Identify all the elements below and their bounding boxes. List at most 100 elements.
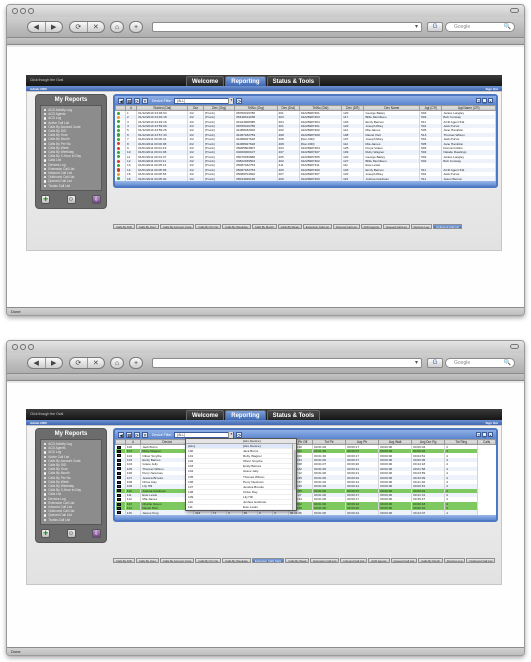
device-filter-select[interactable]: [ALL] ▾	[174, 97, 235, 104]
dropdown-scrollbar[interactable]	[292, 444, 296, 511]
grid-view-icon[interactable]: ▦	[126, 97, 132, 104]
report-tab[interactable]: Outbound Call List	[432, 224, 462, 229]
report-tab[interactable]: Queued Call List	[390, 558, 418, 563]
sign-out-link[interactable]: Sign Out	[486, 87, 499, 91]
apply-filter-icon[interactable]: ⟳	[236, 431, 243, 438]
back-button[interactable]: ◀	[28, 358, 46, 368]
chevron-down-icon[interactable]: ▾	[228, 98, 234, 104]
search-engine-button[interactable]: G	[427, 22, 443, 32]
close-window-button[interactable]	[12, 8, 18, 14]
report-list-item[interactable]: Trunks Call List	[44, 518, 98, 522]
help-icon[interactable]: ?	[476, 97, 481, 104]
stop-button[interactable]: ✕	[88, 22, 105, 32]
grid-view-icon[interactable]: ▦	[126, 431, 132, 438]
add-bookmark-button[interactable]: +	[130, 358, 142, 368]
refresh-icon[interactable]: ⟳	[134, 97, 140, 104]
apply-filter-icon[interactable]: ⟳	[236, 97, 243, 104]
url-dropdown-icon[interactable]: ▾	[415, 23, 418, 30]
report-tab[interactable]: Calls By DID	[113, 558, 135, 563]
reload-button[interactable]: ⟳	[70, 22, 88, 32]
minimize-icon[interactable]: _	[482, 97, 487, 104]
toolbar-toggle-button[interactable]	[510, 8, 519, 13]
search-input[interactable]: Google 🔍	[445, 22, 515, 32]
sign-out-link[interactable]: Sign Out	[486, 421, 499, 425]
tab-status-tools[interactable]: Status & Tools	[266, 410, 321, 420]
close-icon[interactable]: ×	[488, 97, 493, 104]
url-input[interactable]: ▾	[152, 358, 422, 368]
zoom-window-button[interactable]	[28, 344, 34, 350]
first-page-icon[interactable]: ◀	[118, 97, 124, 104]
back-button[interactable]: ◀	[28, 22, 46, 32]
minimize-window-button[interactable]	[20, 8, 26, 14]
add-bookmark-button[interactable]: +	[130, 22, 142, 32]
report-tab[interactable]: Calls By Hour	[135, 224, 159, 229]
report-tab[interactable]: Inbound Call List	[332, 224, 360, 229]
minimize-window-button[interactable]	[20, 344, 26, 350]
report-tab[interactable]: Queued Call List	[382, 224, 410, 229]
report-actions: ✚ ⚙ ⇩	[36, 525, 106, 542]
tab-reporting[interactable]: Reporting	[225, 410, 266, 420]
device-filter-dropdown[interactable]: [ALL Device] [ALL] [ALL Device] 100 Jack Bu…	[185, 438, 297, 512]
search-input[interactable]: Google 🔍	[445, 358, 515, 368]
report-tab[interactable]: Calls By Month	[251, 224, 277, 229]
report-tab[interactable]: Calls By Weekday	[222, 558, 251, 563]
bullet-icon	[44, 159, 47, 162]
zoom-window-button[interactable]	[28, 8, 34, 14]
home-button[interactable]: ⌂	[111, 358, 123, 368]
minimize-icon[interactable]: _	[482, 431, 487, 438]
report-settings-button[interactable]: ⚙	[66, 528, 76, 538]
url-input[interactable]: ▾	[152, 22, 422, 32]
close-icon[interactable]: ×	[488, 431, 493, 438]
report-tab[interactable]: Inbound Call List	[340, 558, 368, 563]
new-report-button[interactable]: ✚	[41, 528, 50, 538]
report-tab[interactable]: Extension Call List	[310, 558, 340, 563]
report-tab[interactable]: ACD Agents	[360, 224, 382, 229]
tab-welcome[interactable]: Welcome	[186, 410, 225, 420]
header-link[interactable]: Click though the Oval	[30, 78, 63, 82]
first-page-icon[interactable]: ◀	[118, 431, 124, 438]
scrollbar-thumb[interactable]	[293, 450, 296, 490]
new-report-button[interactable]: ✚	[41, 194, 50, 204]
forward-button[interactable]: ▶	[46, 358, 63, 368]
column-header[interactable]: Calls	[477, 439, 496, 445]
export-report-button[interactable]: ⇩	[92, 194, 101, 204]
report-tab[interactable]: Calls By Weekday	[222, 224, 251, 229]
report-tab[interactable]: Devices Log	[410, 224, 432, 229]
header-link[interactable]: Click though the Oval	[30, 412, 63, 416]
url-dropdown-icon[interactable]: ▾	[415, 359, 418, 366]
search-engine-button[interactable]: G	[427, 358, 443, 368]
report-tab[interactable]: Outbound Call List	[466, 558, 496, 563]
toolbar-toggle-button[interactable]	[510, 344, 519, 349]
report-tab[interactable]: Extension Call List	[302, 224, 332, 229]
report-tab[interactable]: Calls By Hour	[135, 558, 159, 563]
reload-button[interactable]: ⟳	[70, 358, 88, 368]
tab-status-tools[interactable]: Status & Tools	[266, 76, 321, 86]
forward-button[interactable]: ▶	[46, 22, 63, 32]
delete-icon[interactable]: ✕	[142, 97, 148, 104]
close-window-button[interactable]	[12, 344, 18, 350]
report-tab[interactable]: Calls By Account Code	[159, 224, 195, 229]
report-tab[interactable]: ACD Agents	[368, 558, 390, 563]
refresh-icon[interactable]: ⟳	[134, 431, 140, 438]
delete-icon[interactable]: ✕	[142, 431, 148, 438]
report-tab[interactable]: Extension Calls Stats	[251, 558, 285, 563]
report-tab[interactable]: Calls By Account Code	[159, 558, 195, 563]
report-tab[interactable]: Calls By DID	[113, 224, 135, 229]
help-icon[interactable]: ?	[476, 431, 481, 438]
dropdown-option[interactable]: 111 Evie Lewis	[186, 505, 296, 511]
report-tab[interactable]: Devices Log	[444, 558, 466, 563]
report-list-item[interactable]: Trunks Call List	[44, 184, 98, 188]
report-tab[interactable]: Calls By Week	[285, 558, 310, 563]
device-filter-select[interactable]: [ALL] ▾	[174, 431, 235, 438]
stop-button[interactable]: ✕	[88, 358, 105, 368]
tab-welcome[interactable]: Welcome	[186, 76, 225, 86]
tab-reporting[interactable]: Reporting	[225, 76, 266, 86]
report-tab[interactable]: Calls By Month	[418, 558, 444, 563]
export-report-button[interactable]: ⇩	[92, 528, 101, 538]
report-tab[interactable]: Calls By Week	[277, 224, 302, 229]
report-settings-button[interactable]: ⚙	[66, 194, 76, 204]
report-tab[interactable]: Calls By Per No	[195, 558, 222, 563]
call-status-icon	[116, 150, 120, 155]
report-tab[interactable]: Calls By Per No	[195, 224, 222, 229]
home-button[interactable]: ⌂	[111, 22, 123, 32]
